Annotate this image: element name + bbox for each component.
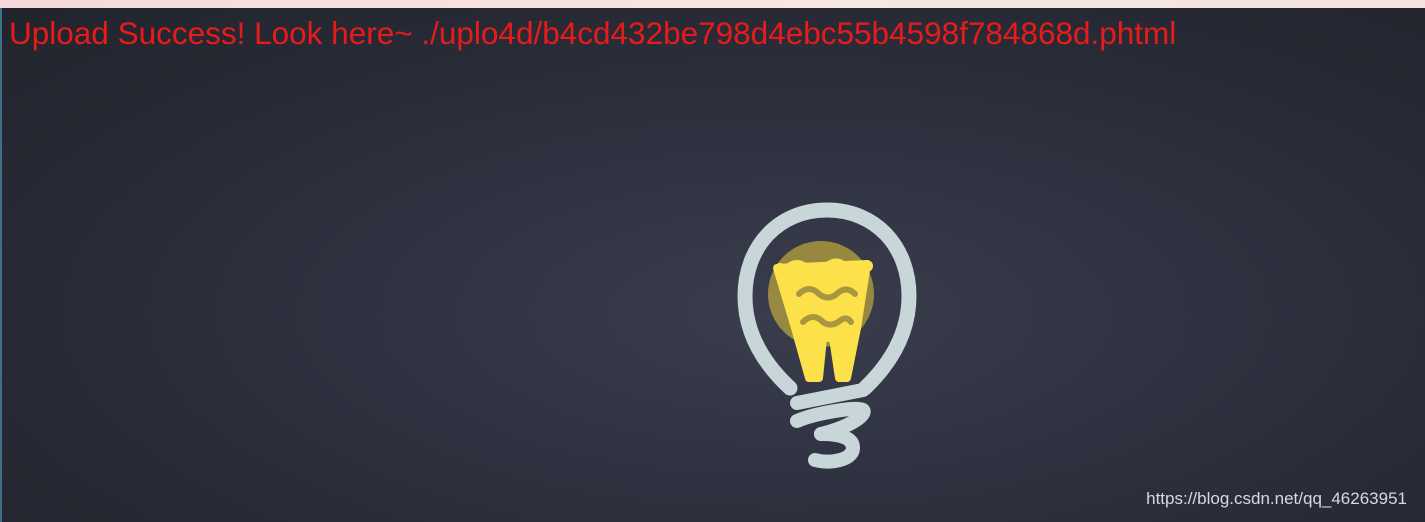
window-left-edge xyxy=(0,8,2,522)
top-strip xyxy=(0,0,1425,8)
upload-success-message: Upload Success! Look here~ ./uplo4d/b4cd… xyxy=(9,15,1177,51)
watermark-text: https://blog.csdn.net/qq_46263951 xyxy=(1146,489,1407,508)
lightbulb-icon xyxy=(737,202,917,469)
